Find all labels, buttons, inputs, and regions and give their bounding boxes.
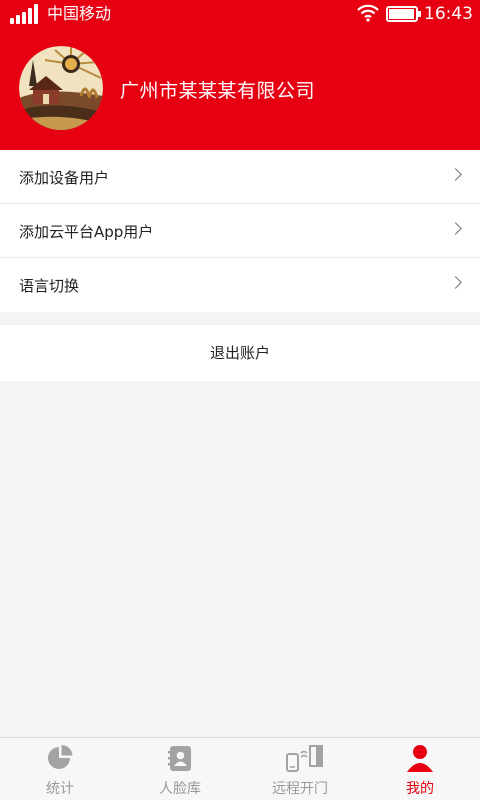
- menu-item-add-device-user[interactable]: 添加设备用户: [0, 150, 480, 204]
- status-time: 16:43: [424, 4, 473, 24]
- menu-item-label: 添加设备用户: [19, 169, 110, 187]
- chevron-right-icon: [449, 168, 462, 181]
- tab-mine[interactable]: 我的: [360, 738, 480, 800]
- settings-menu: 添加设备用户 添加云平台App用户 语言切换: [0, 150, 480, 312]
- company-logo: [19, 46, 103, 130]
- wifi-icon: [357, 4, 379, 22]
- chevron-right-icon: [449, 222, 462, 235]
- menu-item-label: 添加云平台App用户: [19, 223, 154, 241]
- contacts-icon: [168, 746, 191, 771]
- tab-label: 远程开门: [272, 781, 328, 797]
- carrier-name: 中国移动: [47, 4, 112, 23]
- battery-icon: [386, 6, 421, 22]
- bottom-tab-bar: 统计 人脸库 远程开门 我的: [0, 737, 480, 800]
- company-name: 广州市某某某有限公司: [120, 80, 316, 102]
- logout-button[interactable]: 退出账户: [0, 325, 480, 381]
- tab-label: 我的: [406, 781, 434, 797]
- menu-item-add-cloud-app-user[interactable]: 添加云平台App用户: [0, 204, 480, 258]
- signal-icon: [10, 4, 40, 24]
- menu-item-language-switch[interactable]: 语言切换: [0, 258, 480, 312]
- tab-label: 人脸库: [159, 781, 201, 797]
- remote-door-icon: [286, 745, 323, 772]
- profile-header: 中国移动 16:43 广州市某某某有限公司: [0, 0, 480, 150]
- pie-chart-icon: [48, 745, 73, 769]
- tab-face-library[interactable]: 人脸库: [120, 738, 240, 800]
- menu-item-label: 语言切换: [19, 277, 80, 295]
- tab-statistics[interactable]: 统计: [0, 738, 120, 800]
- tab-remote-door[interactable]: 远程开门: [240, 738, 360, 800]
- tab-label: 统计: [46, 781, 74, 797]
- user-icon: [407, 745, 433, 772]
- chevron-right-icon: [449, 276, 462, 289]
- status-bar: 中国移动 16:43: [0, 0, 480, 28]
